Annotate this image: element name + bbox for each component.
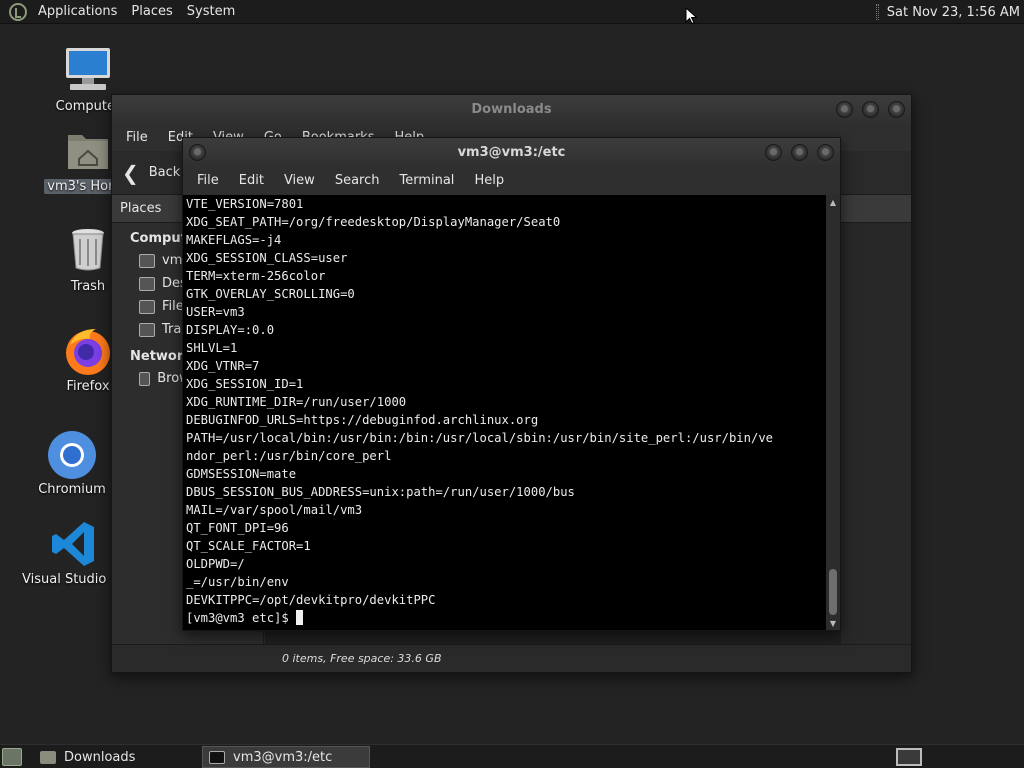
trash-small-icon xyxy=(139,322,155,337)
terminal-line: TERM=xterm-256color xyxy=(186,269,326,283)
terminal-line: XDG_SESSION_CLASS=user xyxy=(186,251,348,265)
network-icon xyxy=(139,371,151,386)
terminal-menubar: File Edit View Search Terminal Help xyxy=(183,166,840,194)
clock[interactable]: Sat Nov 23, 1:56 AM xyxy=(887,5,1020,20)
home-icon xyxy=(139,253,155,268)
terminal-line: DBUS_SESSION_BUS_ADDRESS=unix:path=/run/… xyxy=(186,485,575,499)
chromium-icon xyxy=(46,428,98,480)
status-text: 0 items, Free space: 33.6 GB xyxy=(282,652,442,665)
workspace-switcher[interactable] xyxy=(896,748,922,766)
back-arrow-icon: ❮ xyxy=(122,160,139,185)
terminal-line: QT_SCALE_FACTOR=1 xyxy=(186,539,311,553)
terminal-line: DISPLAY=:0.0 xyxy=(186,323,275,337)
terminal-line: GTK_OVERLAY_SCROLLING=0 xyxy=(186,287,355,301)
terminal-line: MAKEFLAGS=-j4 xyxy=(186,233,282,247)
system-menu[interactable]: System xyxy=(180,4,242,19)
terminal-line: DEBUGINFOD_URLS=https://debuginfod.archl… xyxy=(186,413,539,427)
menu-view[interactable]: View xyxy=(274,173,325,188)
terminal-line: QT_FONT_DPI=96 xyxy=(186,521,289,535)
panel-grip xyxy=(875,4,879,20)
terminal-line: SHLVL=1 xyxy=(186,341,238,355)
menu-search[interactable]: Search xyxy=(325,173,390,188)
terminal-line: USER=vm3 xyxy=(186,305,245,319)
close-button[interactable] xyxy=(888,101,905,118)
filesystem-icon xyxy=(139,299,155,314)
scroll-up-arrow-icon[interactable]: ▲ xyxy=(826,195,840,209)
status-bar: 0 items, Free space: 33.6 GB xyxy=(112,644,911,672)
computer-icon xyxy=(62,45,114,97)
file-manager-titlebar[interactable]: Downloads xyxy=(112,95,911,123)
bottom-panel: Downloads vm3@vm3:/etc xyxy=(0,744,1024,768)
terminal-line: MAIL=/var/spool/mail/vm3 xyxy=(186,503,363,517)
taskbar-item-label: vm3@vm3:/etc xyxy=(233,749,333,765)
maximize-button[interactable] xyxy=(791,144,808,161)
taskbar-item-terminal[interactable]: vm3@vm3:/etc xyxy=(202,746,370,768)
mate-logo-icon[interactable] xyxy=(9,2,27,21)
folder-icon xyxy=(40,750,56,764)
top-panel: Applications Places System Sat Nov 23, 1… xyxy=(0,0,1024,24)
window-menu-button[interactable] xyxy=(189,144,206,161)
scroll-down-arrow-icon[interactable]: ▼ xyxy=(826,616,840,630)
back-label: Back xyxy=(148,165,181,180)
desktop-icon-label: Chromium xyxy=(38,482,106,497)
menu-terminal[interactable]: Terminal xyxy=(389,173,464,188)
terminal-line: XDG_SESSION_ID=1 xyxy=(186,377,304,391)
terminal-line: DEVKITPPC=/opt/devkitpro/devkitPPC xyxy=(186,593,436,607)
minimize-button[interactable] xyxy=(765,144,782,161)
show-desktop-button[interactable] xyxy=(2,748,22,766)
terminal-line: XDG_SEAT_PATH=/org/freedesktop/DisplayMa… xyxy=(186,215,561,229)
terminal-line: ndor_perl:/usr/bin/core_perl xyxy=(186,449,392,463)
menu-edit[interactable]: Edit xyxy=(229,173,274,188)
vscode-icon xyxy=(48,518,100,570)
window-title: vm3@vm3:/etc xyxy=(457,144,566,160)
scrollbar-thumb[interactable] xyxy=(829,569,837,615)
window-title: Downloads xyxy=(471,101,552,117)
taskbar-item-label: Downloads xyxy=(64,749,136,765)
terminal-titlebar[interactable]: vm3@vm3:/etc xyxy=(183,138,840,166)
desktop-icon-label: Trash xyxy=(70,279,106,294)
taskbar-item-downloads[interactable]: Downloads xyxy=(34,746,200,768)
applications-menu[interactable]: Applications xyxy=(31,4,124,19)
terminal-window[interactable]: vm3@vm3:/etc File Edit View Search Termi… xyxy=(182,137,841,631)
terminal-line: OLDPWD=/ xyxy=(186,557,245,571)
maximize-button[interactable] xyxy=(862,101,879,118)
terminal-line: PATH=/usr/local/bin:/usr/bin:/bin:/usr/l… xyxy=(186,431,773,445)
terminal-icon xyxy=(209,750,225,764)
terminal-line: GDMSESSION=mate xyxy=(186,467,297,481)
file-view-margin xyxy=(841,223,911,652)
terminal-scrollbar[interactable]: ▲ ▼ xyxy=(826,195,840,630)
trash-icon xyxy=(62,225,114,277)
minimize-button[interactable] xyxy=(836,101,853,118)
desktop-icon-label: Firefox xyxy=(66,379,110,394)
terminal-prompt-line[interactable]: [vm3@vm3 etc]$ xyxy=(183,609,826,627)
places-menu[interactable]: Places xyxy=(124,4,179,19)
terminal-line: _=/usr/bin/env xyxy=(186,575,289,589)
desktop-icon xyxy=(139,276,155,291)
terminal-prompt: [vm3@vm3 etc]$ xyxy=(186,611,297,625)
terminal-cursor xyxy=(296,610,304,625)
mouse-pointer-icon xyxy=(685,7,697,25)
menu-file[interactable]: File xyxy=(116,130,158,145)
terminal-line: XDG_VTNR=7 xyxy=(186,359,260,373)
menu-help[interactable]: Help xyxy=(464,173,514,188)
terminal-line: XDG_RUNTIME_DIR=/run/user/1000 xyxy=(186,395,407,409)
home-folder-icon xyxy=(62,125,114,177)
terminal-output[interactable]: VTE_VERSION=7801 XDG_SEAT_PATH=/org/free… xyxy=(183,195,826,630)
menu-file[interactable]: File xyxy=(187,173,229,188)
close-button[interactable] xyxy=(817,144,834,161)
back-button[interactable]: ❮ Back xyxy=(122,161,180,185)
terminal-line: VTE_VERSION=7801 xyxy=(186,197,304,211)
firefox-icon xyxy=(62,325,114,377)
